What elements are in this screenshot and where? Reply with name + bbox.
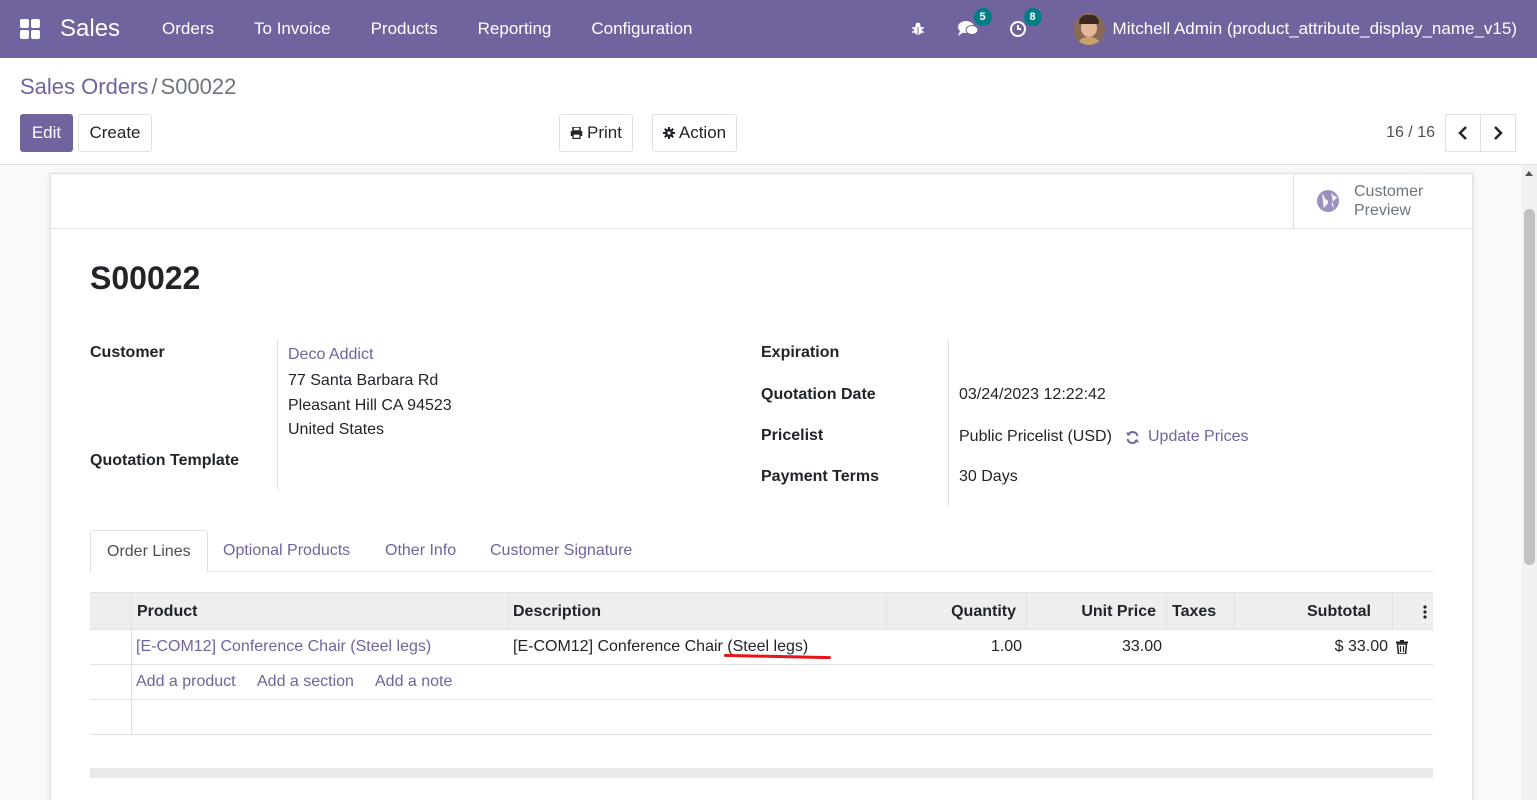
column-header-taxes[interactable]: Taxes (1167, 593, 1235, 630)
customer-preview-line1: Customer (1354, 183, 1424, 200)
add-note-link[interactable]: Add a note (375, 665, 452, 699)
column-header-description[interactable]: Description (509, 593, 887, 630)
table-footer (90, 768, 1433, 778)
tab-order-lines[interactable]: Order Lines (90, 530, 208, 573)
pager-value[interactable]: 16 / 16 (1386, 124, 1435, 142)
column-header-quantity[interactable]: Quantity (887, 593, 1027, 630)
update-prices-label: Update Prices (1148, 428, 1249, 445)
activities-clock-icon[interactable]: 8 (1007, 8, 1042, 40)
menu-products[interactable]: Products (351, 19, 458, 39)
apps-menu-icon[interactable] (20, 19, 40, 39)
navbar-systray: 5 8 Mitchell Admin (product_attribute_di… (893, 0, 1517, 58)
table-header: Product Description Quantity Unit Price … (90, 592, 1433, 630)
pricelist-label: Pricelist (761, 427, 824, 444)
add-product-link[interactable]: Add a product (136, 665, 236, 699)
user-avatar[interactable] (1072, 13, 1105, 45)
quotation-date-label: Quotation Date (761, 386, 876, 403)
customer-address-line1: 77 Santa Barbara Rd (288, 372, 439, 389)
add-section-link[interactable]: Add a section (257, 665, 354, 699)
chevron-right-icon (1494, 126, 1503, 140)
menu-orders[interactable]: Orders (142, 19, 234, 39)
tab-other-info[interactable]: Other Info (369, 530, 472, 572)
print-label: Print (587, 123, 622, 142)
column-header-product[interactable]: Product (132, 593, 509, 630)
tab-optional-products[interactable]: Optional Products (207, 530, 366, 572)
menu-to-invoice[interactable]: To Invoice (234, 19, 351, 39)
printer-icon (570, 127, 583, 139)
row-unit-price-cell[interactable]: 33.00 (1027, 630, 1162, 664)
row-product-cell[interactable]: [E-COM12] Conference Chair (Steel legs) (136, 630, 431, 664)
user-menu-name[interactable]: Mitchell Admin (product_attribute_displa… (1113, 19, 1517, 39)
customer-label: Customer (90, 344, 165, 361)
left-group-divider (277, 340, 278, 490)
payment-terms-label: Payment Terms (761, 468, 879, 485)
update-prices-button[interactable]: Update Prices (1125, 428, 1249, 446)
form-sheet: Customer Preview S00022 Customer Deco Add… (50, 173, 1473, 800)
activities-badge: 8 (1023, 8, 1042, 26)
create-button[interactable]: Create (78, 114, 152, 152)
column-header-unit-price[interactable]: Unit Price (1027, 593, 1167, 630)
pager-next-button[interactable] (1480, 114, 1516, 152)
delete-row-button[interactable] (1396, 630, 1408, 664)
scrollbar-thumb[interactable] (1524, 209, 1535, 565)
table-add-line-row: Add a product Add a section Add a note (90, 665, 1433, 700)
messages-badge: 5 (973, 8, 992, 26)
gear-icon (662, 127, 675, 139)
row-subtotal-cell: $ 33.00 (1334, 638, 1388, 655)
action-label: Action (678, 123, 727, 142)
customer-preview-button[interactable]: Customer Preview (1293, 174, 1472, 228)
customer-address-line2: Pleasant Hill CA 94523 (288, 397, 452, 414)
scroll-up-arrow-icon[interactable] (1525, 171, 1533, 176)
vertical-dots-icon (1423, 604, 1427, 619)
form-view-content: Customer Preview S00022 Customer Deco Add… (0, 164, 1537, 800)
handle-column-header (90, 593, 132, 630)
breadcrumb: Sales Orders / S00022 (20, 74, 236, 100)
breadcrumb-sales-orders[interactable]: Sales Orders (20, 74, 148, 99)
page-scrollbar[interactable] (1522, 165, 1537, 800)
menu-reporting[interactable]: Reporting (458, 19, 572, 39)
empty-row-handle-cell (90, 700, 132, 734)
print-button[interactable]: Print (559, 114, 633, 152)
refresh-icon (1126, 430, 1139, 444)
smart-button-box: Customer Preview (51, 174, 1472, 229)
customer-address-line3: United States (288, 421, 385, 438)
pager-previous-button[interactable] (1445, 114, 1481, 152)
row-handle-cell (90, 630, 132, 664)
expiration-field[interactable] (959, 344, 1259, 364)
messages-icon[interactable]: 5 (957, 8, 992, 40)
trash-icon (1396, 640, 1408, 654)
quotation-date-value[interactable]: 03/24/2023 12:22:42 (959, 386, 1106, 404)
top-navbar: Sales Orders To Invoice Products Reporti… (0, 0, 1537, 58)
breadcrumb-current: S00022 (160, 74, 237, 99)
chevron-left-icon (1458, 126, 1467, 140)
pricelist-value[interactable]: Public Pricelist (USD) (959, 428, 1112, 446)
customer-preview-line2: Preview (1354, 202, 1411, 219)
menu-configuration[interactable]: Configuration (571, 19, 712, 39)
app-brand[interactable]: Sales (60, 15, 120, 43)
edit-button[interactable]: Edit (20, 114, 73, 152)
quotation-template-label: Quotation Template (90, 452, 240, 469)
payment-terms-value[interactable]: 30 Days (959, 468, 1018, 486)
column-header-subtotal[interactable]: Subtotal (1235, 593, 1393, 630)
optional-columns-toggle[interactable] (1393, 593, 1433, 630)
tab-customer-signature[interactable]: Customer Signature (474, 530, 648, 572)
notebook-tabs: Order Lines Optional Products Other Info… (90, 530, 1433, 573)
add-row-handle-cell (90, 665, 132, 699)
row-quantity-cell[interactable]: 1.00 (887, 630, 1022, 664)
breadcrumb-separator: / (151, 74, 158, 99)
quotation-template-field[interactable] (288, 452, 588, 472)
action-button[interactable]: Action (652, 114, 737, 152)
table-row[interactable]: [E-COM12] Conference Chair (Steel legs) … (90, 630, 1433, 665)
customer-name-link[interactable]: Deco Addict (288, 346, 373, 364)
table-empty-row (90, 700, 1433, 735)
expiration-label: Expiration (761, 344, 840, 361)
order-name: S00022 (90, 260, 201, 296)
globe-icon (1317, 190, 1339, 212)
debug-bug-icon[interactable] (907, 18, 929, 40)
row-description-cell[interactable]: [E-COM12] Conference Chair (Steel legs) (513, 630, 808, 664)
right-group-divider (948, 340, 949, 506)
